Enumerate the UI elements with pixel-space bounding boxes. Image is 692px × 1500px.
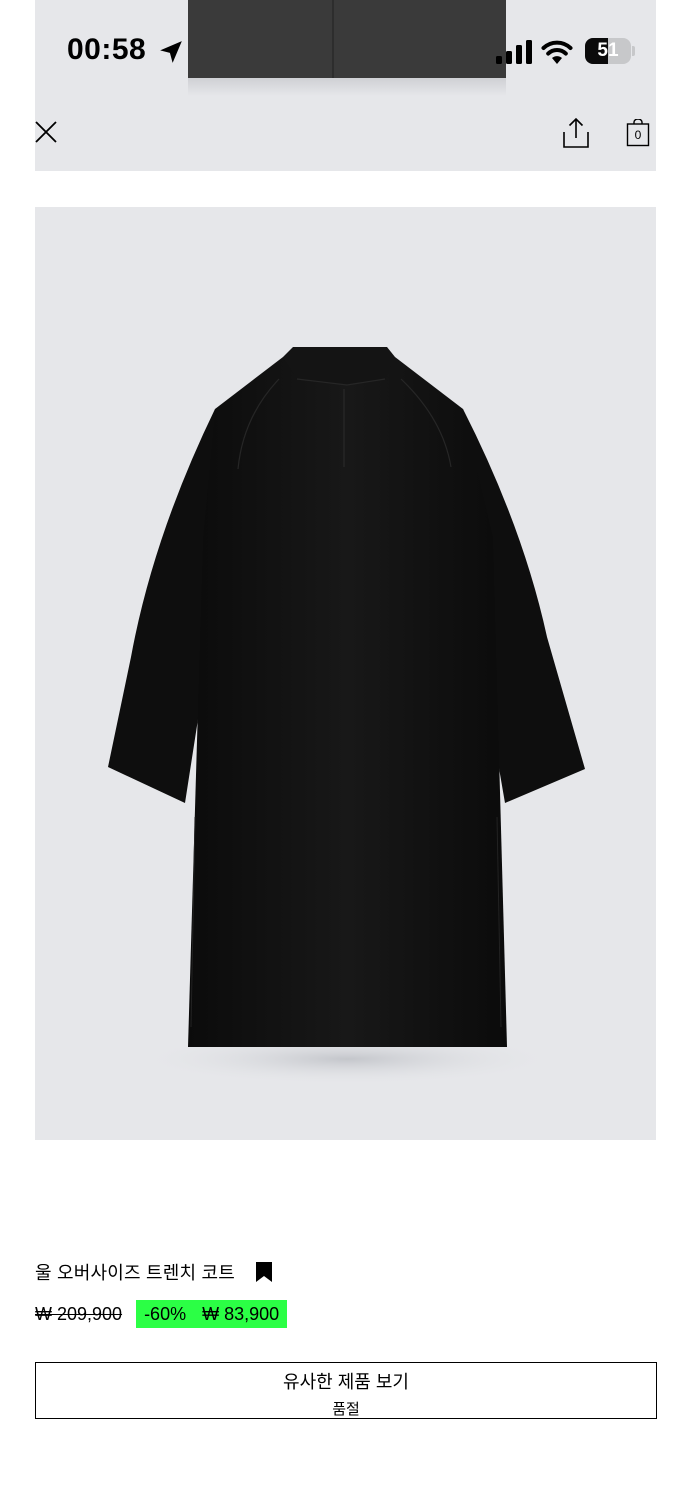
shopping-bag-button[interactable]: 0 — [626, 119, 650, 147]
sale-price: ₩ 83,900 — [202, 1304, 280, 1324]
price-row: ₩ 209,900 -60% ₩ 83,900 — [35, 1300, 288, 1328]
battery-tip — [632, 46, 635, 56]
battery-level: 51 — [597, 40, 619, 61]
sale-price-badge: -60% ₩ 83,900 — [136, 1300, 288, 1328]
wifi-icon — [541, 40, 573, 64]
bag-count: 0 — [634, 128, 642, 142]
status-time: 00:58 — [67, 33, 147, 66]
share-icon[interactable] — [561, 117, 591, 149]
similar-products-label: 유사한 제품 보기 — [283, 1372, 409, 1392]
product-image-back-view[interactable] — [35, 207, 656, 1140]
discount-percent: -60% — [144, 1304, 187, 1324]
original-price: ₩ 209,900 — [35, 1303, 123, 1324]
location-arrow-icon — [160, 41, 182, 63]
product-title-row: 울 오버사이즈 트렌치 코트 — [35, 1260, 273, 1284]
product-name: 울 오버사이즈 트렌치 코트 — [35, 1263, 235, 1283]
view-similar-products-button[interactable]: 유사한 제품 보기 품절 — [35, 1362, 657, 1419]
battery-icon: 51 — [585, 38, 631, 64]
status-bar: 00:58 51 — [0, 0, 692, 100]
sold-out-label: 품절 — [332, 1401, 360, 1418]
close-icon[interactable] — [32, 118, 60, 146]
coat-back-illustration — [108, 347, 585, 1085]
cellular-signal-icon — [496, 40, 532, 64]
bookmark-icon[interactable] — [255, 1262, 273, 1282]
